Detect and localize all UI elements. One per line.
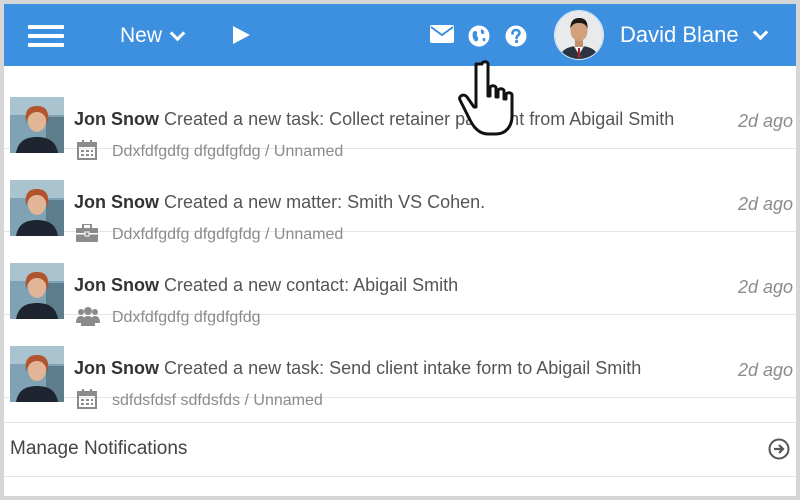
notifications-panel: New David Blane Jon Snow Created a new t… [4,4,796,496]
manage-notifications-link[interactable]: Manage Notifications [10,438,187,460]
notification-text: Jon Snow Created a new matter: Smith VS … [74,192,485,213]
notification-text: Jon Snow Created a new task: Collect ret… [74,109,674,130]
top-bar: New David Blane [4,4,796,66]
notification-time: 2d ago [737,360,793,380]
calendar-icon [77,389,97,414]
list-item[interactable]: Jon Snow Created a new task: Send client… [4,315,796,409]
notification-message: Created a new contact: Abigail Smith [164,275,459,295]
actor-name: Jon Snow [74,358,159,378]
notification-message: Created a new task: Send client intake f… [164,358,642,378]
notification-time: 2d ago [737,277,793,297]
list-item[interactable]: Jon Snow Created a new matter: Smith VS … [4,149,796,243]
arrow-right-circle-icon[interactable] [768,438,790,465]
help-icon[interactable] [505,25,527,52]
notification-text: Jon Snow Created a new task: Send client… [74,358,641,379]
manage-notifications-row[interactable]: Manage Notifications [4,422,796,477]
list-item[interactable]: Jon Snow Created a new task: Collect ret… [4,66,796,160]
notification-message: Created a new task: Collect retainer pay… [164,109,675,129]
new-dropdown-button[interactable]: New [120,22,186,50]
list-item[interactable]: Jon Snow Created a new contact: Abigail … [4,232,796,326]
notification-meta: sdfdsfdsf sdfdsfds / Unnamed [112,392,323,409]
actor-name: Jon Snow [74,109,159,129]
chevron-down-icon [752,24,768,41]
chevron-down-icon [169,25,186,42]
user-avatar [554,10,604,60]
mail-icon[interactable] [430,25,454,48]
notification-text: Jon Snow Created a new contact: Abigail … [74,275,458,296]
hamburger-menu-icon[interactable] [28,25,64,47]
globe-icon[interactable] [468,25,490,52]
actor-name: Jon Snow [74,192,159,212]
notification-time: 2d ago [737,194,793,214]
avatar [10,346,64,407]
user-menu[interactable]: David Blane [554,10,768,60]
notification-time: 2d ago [737,111,793,131]
user-name: David Blane [620,22,739,47]
play-icon[interactable] [233,26,250,44]
new-label: New [120,24,163,47]
notification-message: Created a new matter: Smith VS Cohen. [164,192,486,212]
actor-name: Jon Snow [74,275,159,295]
hand-pointer-cursor-icon [448,60,520,143]
